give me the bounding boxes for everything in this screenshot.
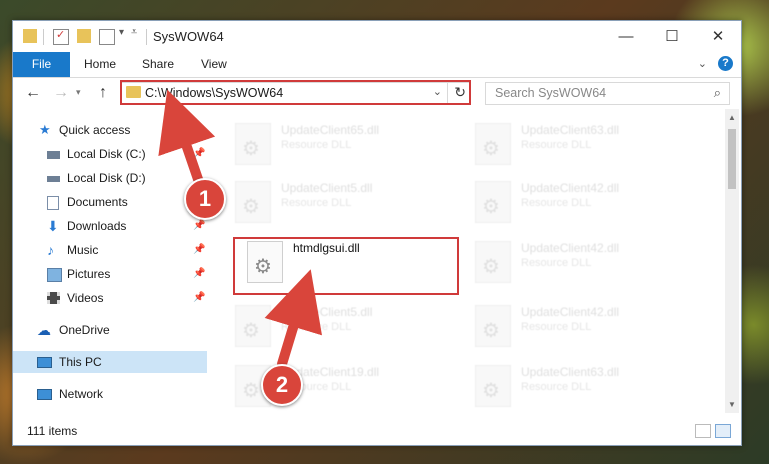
callout-step-1: 1: [184, 178, 226, 220]
callout-step-2: 2: [261, 364, 303, 406]
callout-arrows: [158, 89, 323, 369]
arrow-to-address-bar: [158, 89, 216, 190]
arrow-to-file: [264, 269, 323, 369]
